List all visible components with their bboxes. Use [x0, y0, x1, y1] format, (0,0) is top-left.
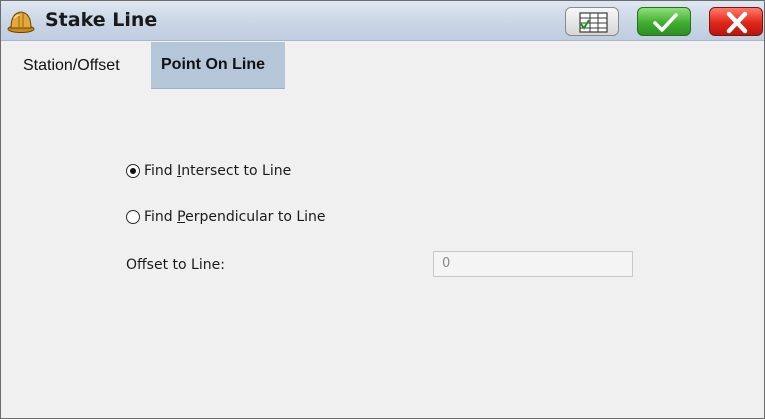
list-view-button[interactable]: [565, 7, 619, 36]
title-bar: Stake Line: [1, 1, 764, 41]
find-perpendicular-radio[interactable]: [126, 210, 140, 224]
offset-to-line-label: Offset to Line:: [126, 257, 225, 273]
window-title: Stake Line: [45, 9, 158, 31]
hard-hat-icon: [7, 8, 35, 34]
cancel-button[interactable]: [709, 7, 763, 36]
tab-point-on-line[interactable]: Point On Line: [151, 42, 285, 89]
find-perpendicular-option[interactable]: Find Perpendicular to Line: [126, 209, 326, 225]
stake-line-window: Stake Line Station/Offset Point On Line …: [0, 0, 765, 419]
find-intersect-radio[interactable]: [126, 164, 140, 178]
tab-station-offset[interactable]: Station/Offset: [13, 42, 151, 89]
find-perpendicular-label: Find Perpendicular to Line: [144, 209, 326, 225]
find-intersect-option[interactable]: Find Intersect to Line: [126, 163, 291, 179]
offset-to-line-field[interactable]: 0: [433, 251, 633, 277]
find-intersect-label: Find Intersect to Line: [144, 163, 292, 179]
ok-button[interactable]: [637, 7, 691, 36]
